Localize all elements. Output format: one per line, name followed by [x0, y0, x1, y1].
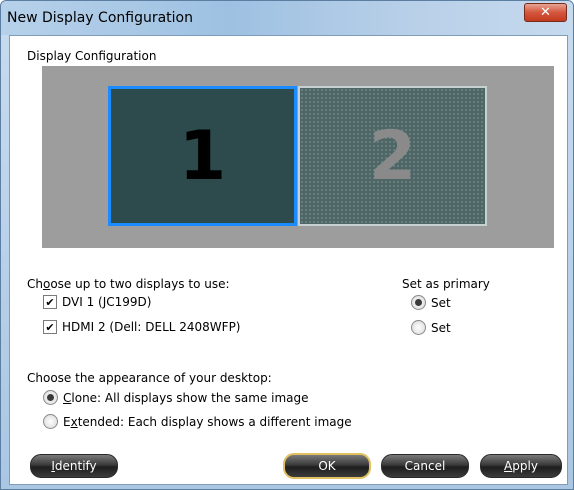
monitor-2-number: 2 [368, 116, 417, 196]
hdmi2-checkbox-row[interactable]: ✔ HDMI 2 (Dell: DELL 2408WFP) [43, 320, 240, 334]
dialog-client-area: Display Configuration 1 2 Choose up to t… [9, 35, 568, 485]
primary-set-2-radio-row[interactable]: Set [411, 320, 451, 335]
title-bar[interactable]: New Display Configuration ✕ [1, 1, 573, 35]
dialog-window: New Display Configuration ✕ Display Conf… [0, 0, 574, 490]
checkmark-icon: ✔ [45, 320, 55, 334]
hdmi2-checkbox[interactable]: ✔ [43, 320, 57, 334]
appearance-label: Choose the appearance of your desktop: [27, 371, 272, 385]
dvi1-checkbox-row[interactable]: ✔ DVI 1 (JC199D) [43, 295, 151, 309]
primary-set-2-radio[interactable] [411, 320, 426, 335]
extended-label: Extended: Each display shows a different… [63, 414, 352, 429]
hdmi2-label: HDMI 2 (Dell: DELL 2408WFP) [62, 320, 241, 334]
set-as-primary-label: Set as primary [402, 277, 490, 291]
close-button[interactable]: ✕ [524, 3, 567, 22]
dvi1-label: DVI 1 (JC199D) [62, 295, 152, 309]
clone-radio[interactable] [43, 390, 58, 405]
dvi1-checkbox[interactable]: ✔ [43, 295, 57, 309]
primary-set-1-label: Set [431, 295, 451, 310]
checkmark-icon: ✔ [45, 295, 55, 309]
window-title: New Display Configuration [7, 10, 193, 26]
identify-button[interactable]: Identify [30, 454, 118, 478]
monitor-1-tile[interactable]: 1 [108, 86, 297, 226]
identify-label: Identify [51, 459, 97, 473]
primary-set-2-label: Set [431, 320, 451, 335]
clone-radio-row[interactable]: Clone: All displays show the same image [43, 390, 308, 405]
cancel-button[interactable]: Cancel [381, 454, 469, 478]
extended-radio[interactable] [43, 414, 58, 429]
choose-displays-label: Choose up to two displays to use: [27, 277, 230, 291]
cancel-label: Cancel [404, 459, 446, 473]
monitor-1-number: 1 [178, 116, 227, 196]
clone-label: Clone: All displays show the same image [63, 390, 309, 405]
primary-set-1-radio-row[interactable]: Set [411, 295, 451, 310]
close-icon: ✕ [540, 5, 551, 20]
extended-radio-row[interactable]: Extended: Each display shows a different… [43, 414, 352, 429]
apply-label: Apply [504, 459, 538, 473]
primary-set-1-radio[interactable] [411, 295, 426, 310]
ok-button[interactable]: OK [283, 453, 371, 479]
apply-button[interactable]: Apply [480, 454, 562, 478]
monitor-2-tile[interactable]: 2 [298, 86, 487, 226]
display-configuration-label: Display Configuration [27, 49, 157, 63]
display-preview-panel: 1 2 [42, 66, 554, 248]
ok-label: OK [318, 459, 336, 473]
